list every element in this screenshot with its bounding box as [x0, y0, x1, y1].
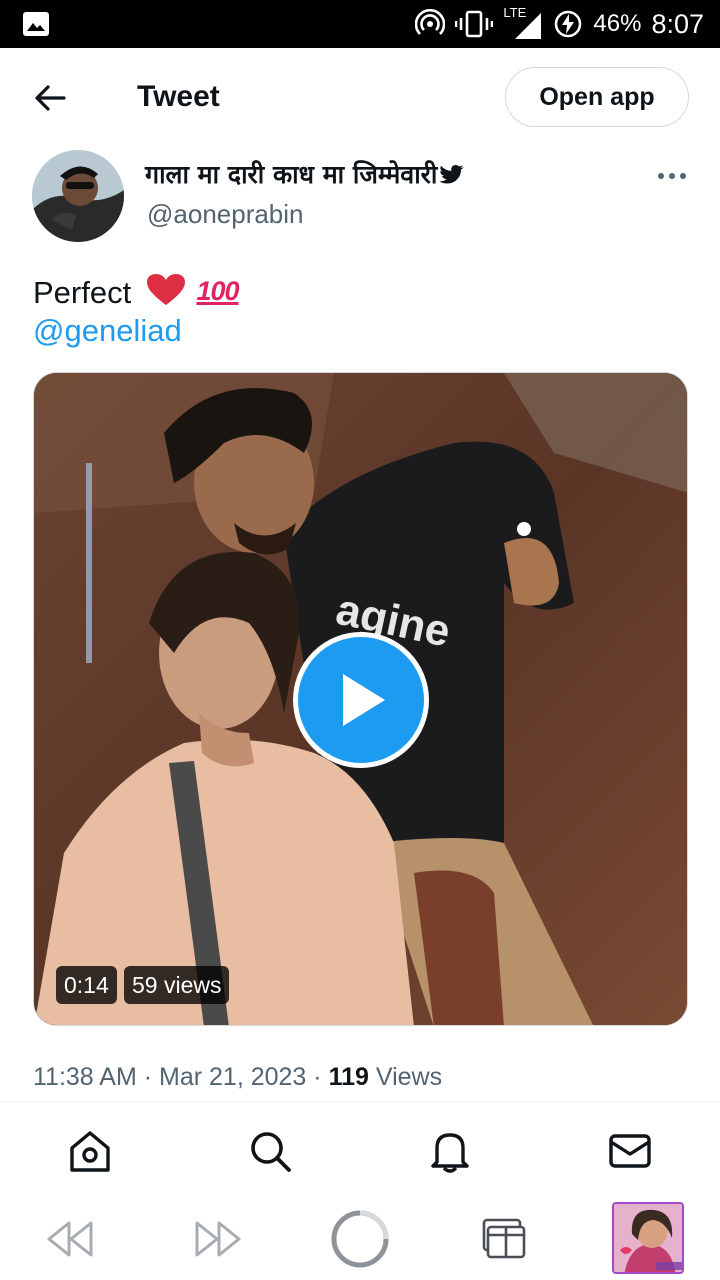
view-count: 119: [328, 1063, 369, 1091]
vibrate-icon: [455, 10, 494, 38]
clock: 8:07: [651, 8, 704, 39]
tweet-time[interactable]: 11:38 AM: [33, 1063, 137, 1091]
heart-emoji: [146, 274, 185, 305]
author-display-name: गाला मा दारी काध मा जिम्मेवारी: [145, 160, 438, 189]
tab-home[interactable]: [66, 1127, 114, 1175]
video-duration: 0:14: [56, 966, 117, 1004]
more-dot: [680, 173, 686, 179]
bottom-tab-bar: [0, 1102, 720, 1198]
view-count-label: Views: [375, 1063, 443, 1091]
mention-link[interactable]: @geneliad: [33, 311, 182, 351]
author-handle[interactable]: @aoneprabin: [147, 197, 304, 231]
browser-back-button[interactable]: [44, 1208, 98, 1270]
hundred-points-emoji: 100: [196, 276, 239, 306]
tweet-text-body: Perfect: [33, 275, 132, 310]
home-icon: [70, 1131, 110, 1172]
battery-level: 46%: [593, 10, 642, 37]
tab-messages[interactable]: [606, 1127, 654, 1175]
forward-icon: [195, 1221, 241, 1257]
open-app-button[interactable]: Open app: [505, 67, 689, 127]
signal-icon: LTE: [503, 5, 543, 41]
meta-separator: ·: [313, 1063, 322, 1091]
tab-search[interactable]: [246, 1127, 294, 1175]
page-title: Tweet: [137, 80, 220, 113]
hotspot-icon: [415, 9, 446, 35]
more-dot: [669, 173, 675, 179]
app-header: Tweet Open app: [0, 48, 720, 148]
reload-icon: [331, 1210, 389, 1268]
play-icon: [343, 674, 385, 726]
notifications-icon: [431, 1133, 469, 1173]
more-dot: [658, 173, 664, 179]
image-icon: [23, 12, 49, 36]
tweet-date[interactable]: Mar 21, 2023: [159, 1063, 306, 1091]
twitter-bird-icon: [439, 165, 465, 184]
arrow-left-icon: [35, 85, 66, 111]
messages-icon: [609, 1134, 651, 1168]
search-icon: [251, 1132, 291, 1172]
back-icon: [47, 1221, 93, 1257]
meta-separator: ·: [143, 1063, 153, 1091]
browser-forward-button[interactable]: [190, 1208, 244, 1270]
tab-notifications[interactable]: [426, 1127, 474, 1175]
video-views: 59 views: [124, 966, 230, 1004]
video-player[interactable]: agine 0:14 59 views: [33, 372, 688, 1026]
back-button[interactable]: [28, 78, 72, 118]
browser-reload-button[interactable]: [328, 1208, 392, 1270]
status-bar: LTE 46% 8:07: [0, 0, 720, 48]
tweet-meta: 11:38 AM · Mar 21, 2023 · 119 Views: [33, 1059, 442, 1095]
tweet-text: Perfect 100: [33, 271, 240, 313]
more-options-button[interactable]: [652, 158, 692, 194]
browser-tabs-button[interactable]: [478, 1208, 530, 1270]
tabs-icon: [482, 1218, 526, 1259]
profile-thumbnail[interactable]: [612, 1202, 684, 1274]
battery-charging-icon: [555, 10, 582, 38]
author-name[interactable]: गाला मा दारी काध मा जिम्मेवारी: [145, 158, 465, 192]
play-button[interactable]: [293, 632, 429, 768]
avatar[interactable]: [32, 150, 124, 242]
